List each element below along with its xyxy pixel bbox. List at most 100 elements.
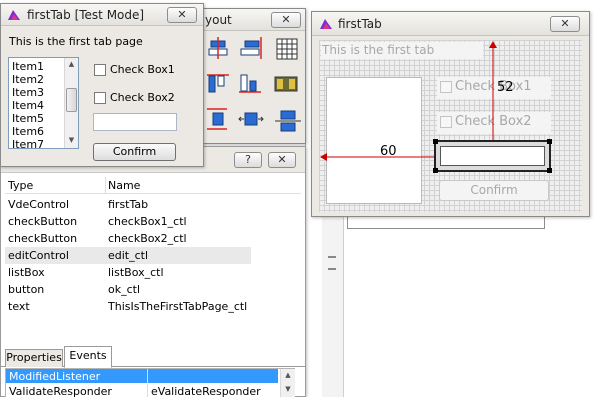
list-item[interactable]: Item7 — [12, 138, 44, 151]
scroll-down-icon[interactable]: ▼ — [281, 383, 295, 396]
horizontal-measure-label: 60 — [380, 144, 397, 159]
tab-label: Events — [69, 349, 107, 362]
event-handler: eValidateResponder — [151, 385, 261, 397]
distribute-horizontal-icon[interactable] — [274, 76, 298, 92]
column-header-name[interactable]: Name — [108, 179, 140, 192]
outline-header: Type Name — [5, 177, 301, 194]
align-top-icon[interactable] — [207, 74, 229, 93]
document-page — [347, 215, 545, 229]
compress-vertical-icon[interactable] — [275, 110, 301, 132]
checkbox-2[interactable] — [94, 92, 106, 104]
scroll-up-icon[interactable]: ▲ — [65, 58, 78, 71]
row-type: text — [8, 300, 30, 313]
table-row-selected[interactable]: editControl edit_ctl — [5, 247, 251, 264]
table-row[interactable]: VdeControl firstTab — [5, 196, 301, 213]
help-icon: ? — [245, 153, 251, 166]
table-row[interactable]: listBox listBox_ctl — [5, 264, 301, 281]
tab-events[interactable]: Events — [64, 346, 112, 368]
splitter-handle[interactable] — [328, 256, 336, 270]
event-name: ValidateResponder — [9, 385, 112, 397]
row-type: listBox — [8, 266, 45, 279]
window-title: firstTab [Test Mode] — [27, 8, 145, 22]
list-item[interactable]: Item3 — [12, 86, 44, 99]
close-button[interactable]: ✕ — [550, 16, 580, 32]
column-divider[interactable] — [105, 177, 106, 194]
row-type: editControl — [8, 249, 69, 262]
test-mode-titlebar[interactable]: firstTab [Test Mode] ✕ — [1, 4, 203, 26]
resize-vertical-icon[interactable] — [207, 108, 227, 130]
table-row[interactable]: checkButton checkBox2_ctl — [5, 230, 301, 247]
layout-panel-title: yout — [205, 13, 232, 27]
list-item[interactable]: Item1 — [12, 60, 44, 73]
properties-close-button[interactable]: ✕ — [268, 152, 296, 168]
row-name: listBox_ctl — [108, 266, 164, 279]
align-left-center-icon[interactable] — [208, 37, 228, 59]
align-right-edge-icon[interactable] — [240, 37, 262, 59]
confirm-button[interactable]: Confirm — [93, 143, 176, 161]
properties-panel: ? ✕ Type Name VdeControl firstTab checkB… — [0, 146, 306, 397]
layout-toolbar — [207, 37, 301, 132]
design-window: firstTab ✕ This is the first tab Check B… — [311, 11, 590, 217]
scroll-up-icon[interactable]: ▲ — [281, 369, 295, 382]
close-icon: ✕ — [277, 153, 287, 166]
layout-panel: yout ✕ — [198, 8, 306, 144]
close-icon: ✕ — [281, 13, 291, 26]
scroll-thumb[interactable] — [66, 88, 77, 112]
row-name: ok_ctl — [108, 283, 141, 296]
scroll-down-icon[interactable]: ▼ — [65, 134, 78, 147]
design-titlebar[interactable]: firstTab ✕ — [312, 12, 589, 36]
close-button[interactable]: ✕ — [167, 7, 197, 23]
help-button[interactable]: ? — [234, 152, 262, 168]
design-canvas[interactable]: This is the first tab Check Box1 Check B… — [319, 40, 582, 212]
row-name: edit_ctl — [108, 249, 149, 262]
layout-panel-titlebar[interactable]: yout ✕ — [199, 9, 305, 31]
vertical-measure-label: 52 — [497, 80, 514, 95]
checkbox-2-label: Check Box2 — [110, 91, 175, 104]
layout-close-button[interactable]: ✕ — [271, 12, 301, 28]
event-row[interactable]: ValidateResponder eValidateResponder — [6, 384, 278, 397]
cell-divider — [147, 369, 148, 383]
up-arrow-icon — [489, 41, 497, 48]
row-name: checkBox1_ctl — [108, 215, 187, 228]
column-header-type[interactable]: Type — [8, 179, 33, 192]
event-row-selected[interactable]: ModifiedListener — [6, 369, 278, 383]
close-icon: ✕ — [177, 8, 187, 21]
tab-label: Properties — [6, 351, 62, 364]
window-title: firstTab — [338, 17, 382, 31]
row-name: ThisIsTheFirstTabPage_ctl — [108, 300, 248, 313]
event-name: ModifiedListener — [9, 370, 101, 383]
events-scrollbar[interactable]: ▲ ▼ — [280, 369, 295, 397]
edit-field[interactable] — [93, 113, 177, 131]
row-type: checkButton — [8, 215, 78, 228]
item-listbox[interactable]: Item1 Item2 Item3 Item4 Item5 Item6 Item… — [8, 57, 79, 151]
events-grid: ModifiedListener ValidateResponder eVali… — [5, 368, 295, 397]
row-type: checkButton — [8, 232, 78, 245]
expand-horizontal-icon[interactable] — [238, 112, 264, 126]
left-arrow-icon — [320, 153, 327, 161]
row-name: firstTab — [108, 198, 149, 211]
app-logo-icon — [8, 10, 20, 20]
test-mode-window: firstTab [Test Mode] ✕ This is the first… — [0, 3, 204, 167]
list-item[interactable]: Item5 — [12, 112, 44, 125]
cell-divider — [147, 384, 148, 397]
row-type: VdeControl — [8, 198, 70, 211]
measurement-guides — [320, 41, 497, 161]
table-row[interactable]: text ThisIsTheFirstTabPage_ctl — [5, 298, 301, 315]
row-type: button — [8, 283, 45, 296]
table-row[interactable]: checkButton checkBox1_ctl — [5, 213, 301, 230]
tab-page-label: This is the first tab page — [9, 35, 143, 48]
align-bottom-icon[interactable] — [239, 74, 261, 93]
list-item[interactable]: Item2 — [12, 73, 44, 86]
listbox-scrollbar[interactable]: ▲ ▼ — [64, 58, 78, 148]
grid-table-icon[interactable] — [276, 38, 298, 60]
list-item[interactable]: Item4 — [12, 99, 44, 112]
list-item[interactable]: Item6 — [12, 125, 44, 138]
row-name: checkBox2_ctl — [108, 232, 187, 245]
app-logo-icon — [320, 19, 332, 29]
listbox-items: Item1 Item2 Item3 Item4 Item5 Item6 Item… — [12, 60, 44, 151]
checkbox-1[interactable] — [94, 64, 106, 76]
checkbox-1-label: Check Box1 — [110, 63, 175, 76]
close-icon: ✕ — [560, 17, 570, 30]
table-row[interactable]: button ok_ctl — [5, 281, 301, 298]
tab-properties[interactable]: Properties — [5, 349, 63, 367]
